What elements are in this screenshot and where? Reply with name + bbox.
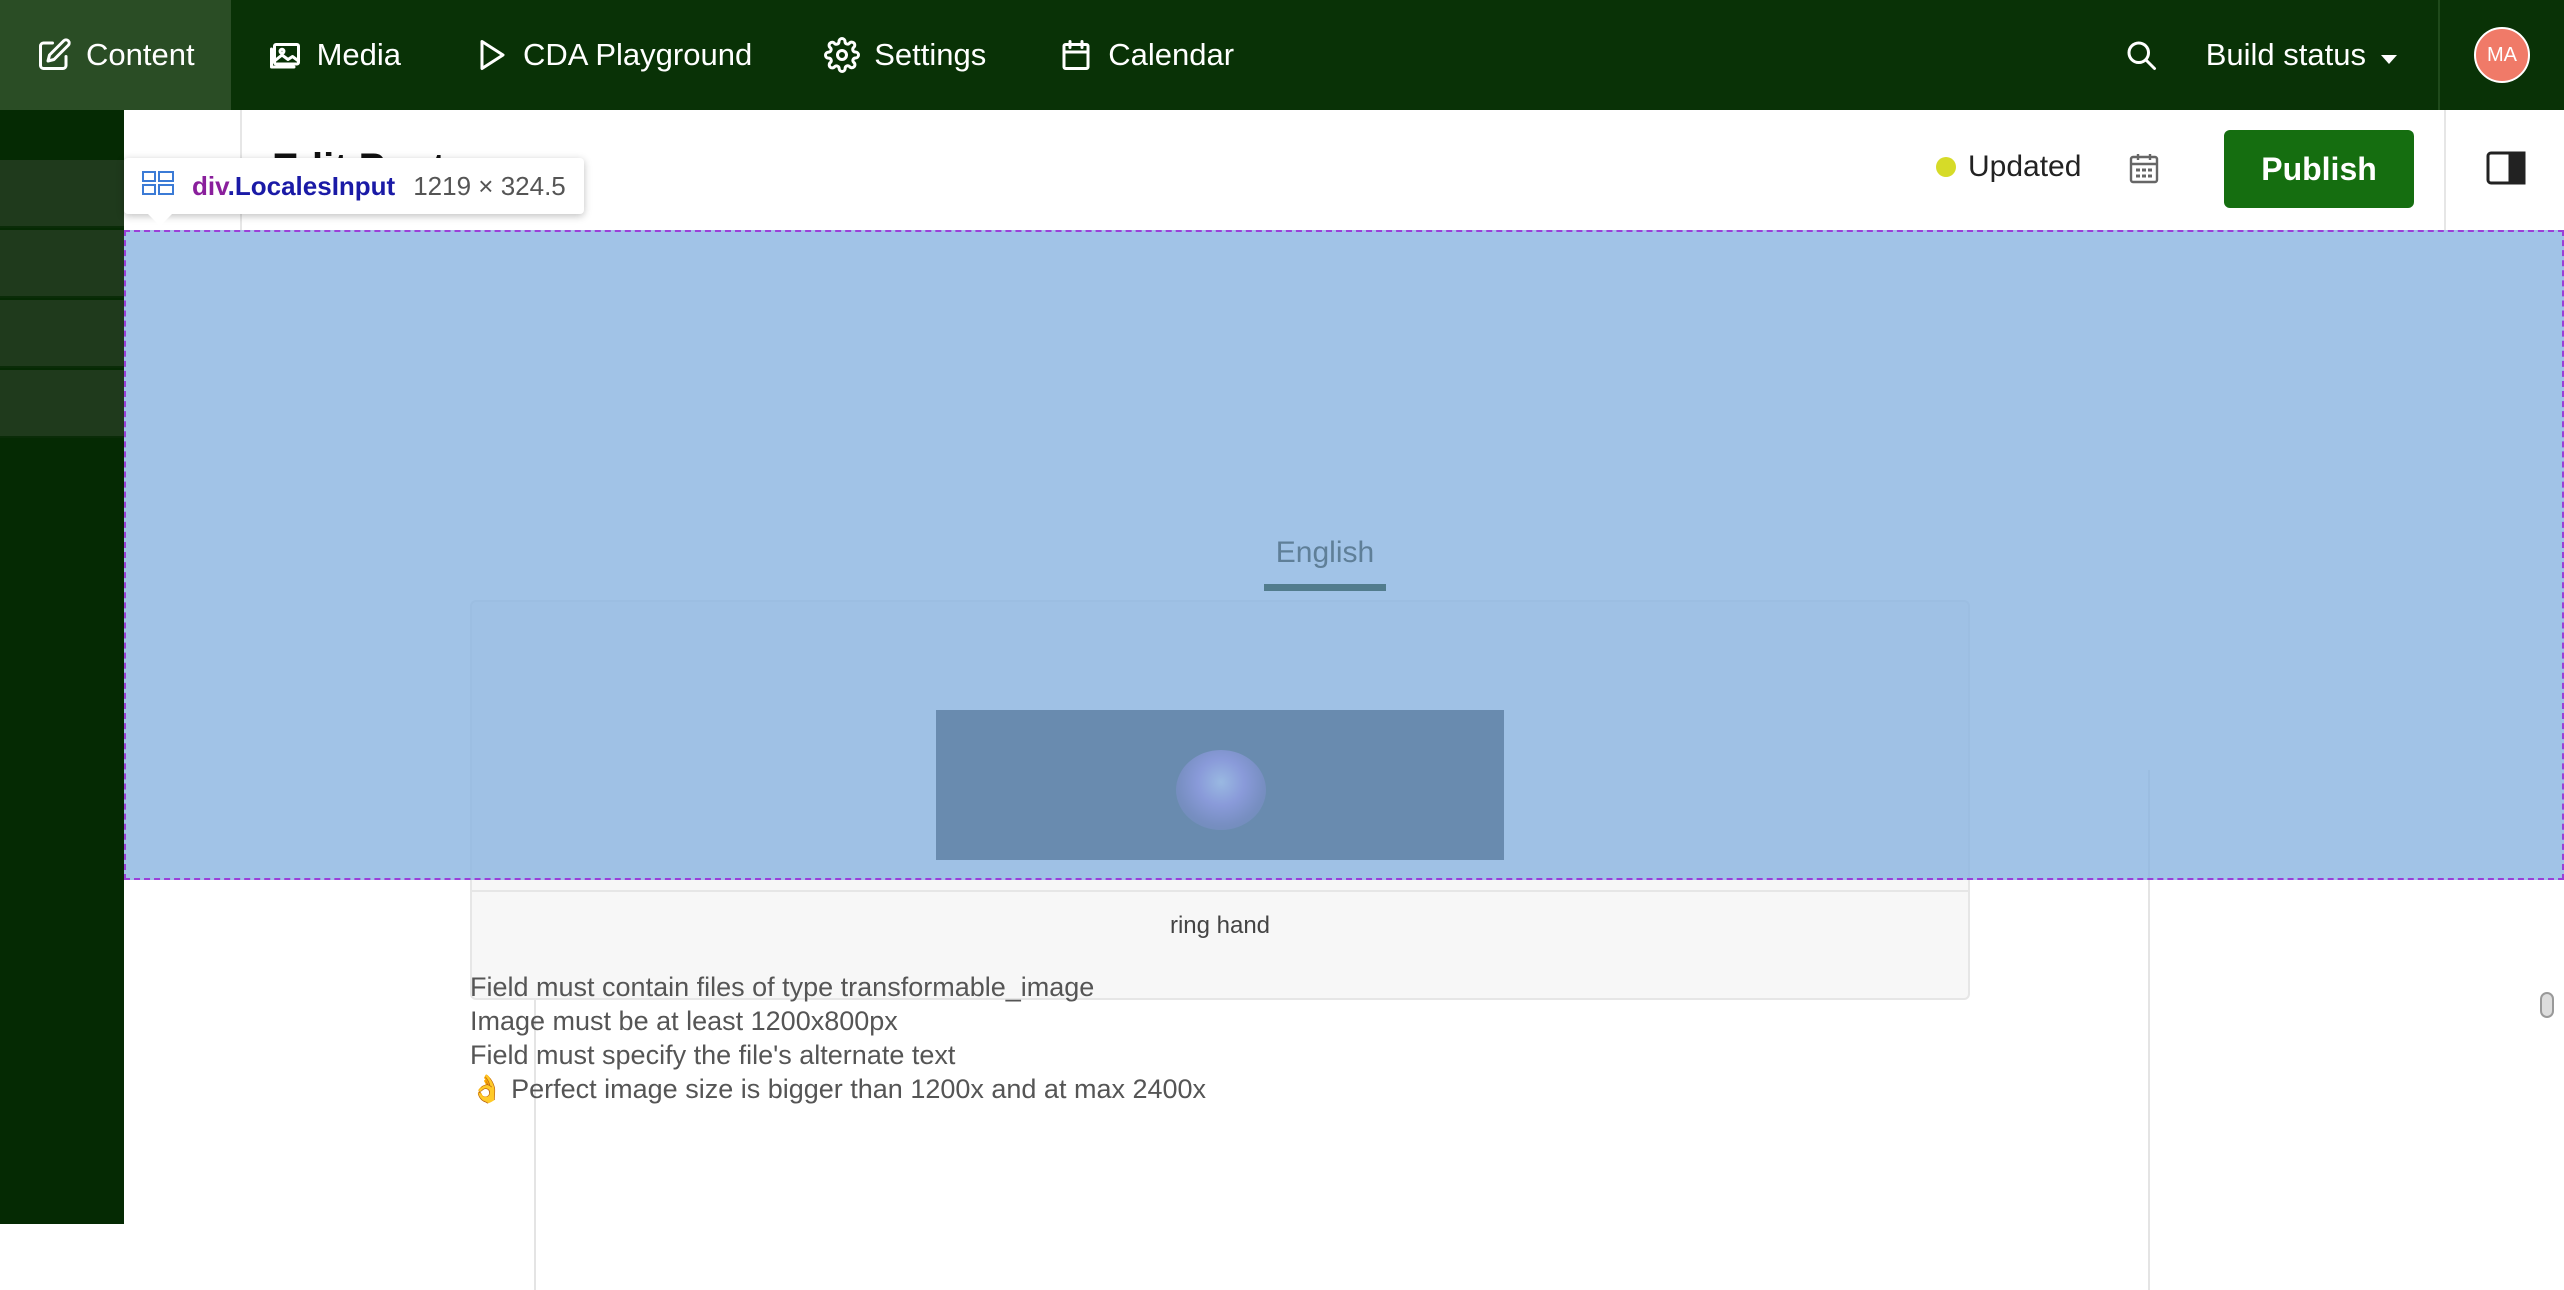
field-validations: Field must contain files of type transfo… [470,970,1970,1106]
inspect-highlight-locales-input: English [124,230,2564,880]
image-caption: ring hand [470,890,1970,960]
panel-right-icon [2486,151,2526,190]
status-dot-icon [1936,157,1956,177]
schedule-button[interactable] [2122,148,2166,192]
nav-item-content[interactable]: Content [0,0,231,110]
nav-item-label: CDA Playground [523,37,753,72]
publish-button[interactable]: Publish [2224,130,2414,208]
inspect-selector-class: .LocalesInput [227,170,396,201]
nav-item-calendar[interactable]: Calendar [1022,0,1270,110]
status-label: Updated [1968,150,2082,183]
build-status-label: Build status [2205,37,2366,72]
nav-item-settings[interactable]: Settings [788,0,1022,110]
nav-item-media[interactable]: Media [231,0,437,110]
nav-item-label: Media [316,37,402,72]
locale-tab-english[interactable]: English [1264,536,1386,591]
active-tab-indicator [1264,584,1386,591]
search-button[interactable] [2086,0,2196,110]
account-menu[interactable]: MA [2438,0,2564,110]
nav-item-cda-playground[interactable]: CDA Playground [437,0,788,110]
validation-hint: Field must contain files of type transfo… [470,972,1095,1002]
caret-down-icon [2380,37,2398,73]
nav-item-label: Content [86,37,195,72]
gear-icon [824,37,861,73]
locale-tab-label: English [1275,536,1375,569]
inspect-size: 1219 × 324.5 [413,170,566,201]
image-caption-text: ring hand [1169,912,1271,939]
nav-item-label: Calendar [1108,37,1235,72]
calendar-grid-icon [2129,152,2159,189]
play-icon [473,37,509,73]
inspect-selector-tag: div [192,170,228,201]
nav-item-label: Settings [874,37,987,72]
validation-hint: 👌 Perfect image size is bigger than 1200… [470,1074,1207,1104]
sidebar-item[interactable] [0,230,124,298]
sidebar-item[interactable] [0,160,124,228]
search-icon [2123,37,2159,73]
media-icon [267,37,303,73]
build-status-dropdown[interactable]: Build status [2196,0,2438,110]
validation-hint: Field must specify the file's alternate … [470,1040,956,1070]
inspect-tooltip: div.LocalesInput 1219 × 324.5 [124,158,584,226]
sidebar-item[interactable] [0,370,124,438]
status-badge: Updated [1936,150,2081,184]
avatar: MA [2474,27,2530,83]
inspect-selector: div.LocalesInput [192,171,395,202]
scrollbar-thumb[interactable] [2540,992,2554,1018]
sidebar-item[interactable] [0,300,124,368]
sidebar [0,110,124,1224]
calendar-icon [1058,37,1094,73]
sidebar-panel-toggle[interactable] [2444,110,2564,230]
validation-hint: Image must be at least 1200x800px [470,1006,898,1036]
edit-icon [36,37,72,73]
flex-layout-icon [142,170,174,202]
top-navigation: Content Media CDA Playground Settings Ca… [0,0,2564,110]
